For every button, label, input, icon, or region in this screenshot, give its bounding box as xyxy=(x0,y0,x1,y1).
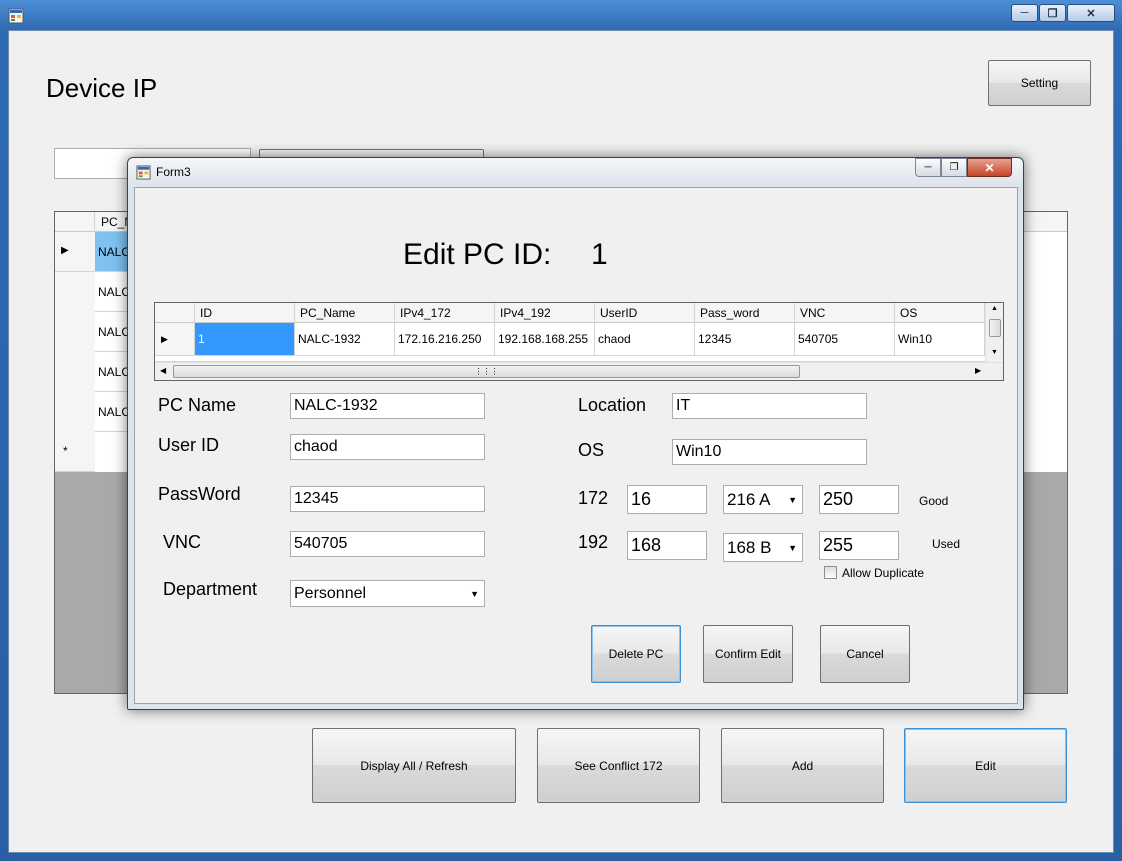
ip192-octet4-input[interactable]: 255 xyxy=(819,531,899,560)
vnc-label: VNC xyxy=(163,532,202,552)
form3-dialog: Form3 ─ ❐ ✕ Edit PC ID: 1 ID PC_Name IPv… xyxy=(127,157,1024,710)
column-header-pc-name[interactable]: PC_Name xyxy=(295,303,395,323)
edit-grid[interactable]: ID PC_Name IPv4_172 IPv4_192 UserID Pass… xyxy=(154,302,1004,381)
grip-icon: ⋮⋮⋮ xyxy=(474,367,499,376)
form-icon xyxy=(136,165,151,180)
grid-cell-os[interactable]: Win10 xyxy=(895,323,985,356)
column-header-ipv4-192[interactable]: IPv4_192 xyxy=(495,303,595,323)
ip172-octet3-select[interactable]: 216 A ▼ xyxy=(723,485,803,514)
horizontal-scroll-thumb[interactable]: ⋮⋮⋮ xyxy=(173,365,800,378)
column-header-user-id[interactable]: UserID xyxy=(595,303,695,323)
location-input[interactable]: IT xyxy=(672,393,867,419)
ip192-prefix-label: 192 xyxy=(578,532,609,552)
confirm-edit-button[interactable]: Confirm Edit xyxy=(703,625,793,683)
ip192-octet2-input[interactable]: 168 xyxy=(627,531,707,560)
scroll-down-icon: ▼ xyxy=(991,349,998,356)
ip192-octet3-select[interactable]: 168 B ▼ xyxy=(723,533,803,562)
os-label: OS xyxy=(578,440,605,460)
row-header-corner xyxy=(155,303,195,323)
password-input[interactable]: 12345 xyxy=(290,486,485,512)
department-label: Department xyxy=(163,579,258,599)
close-icon: ✕ xyxy=(1086,7,1096,20)
see-conflict-172-button[interactable]: See Conflict 172 xyxy=(537,728,700,803)
grid-cell-password[interactable]: 12345 xyxy=(695,323,795,356)
grid-cell-ipv4-172[interactable]: 172.16.216.250 xyxy=(395,323,495,356)
vertical-scrollbar[interactable]: ▲ ▼ xyxy=(985,303,1003,362)
user-id-label: User ID xyxy=(158,435,220,455)
dialog-client-area: Edit PC ID: 1 ID PC_Name IPv4_172 IPv4_1… xyxy=(134,187,1018,704)
edit-button[interactable]: Edit xyxy=(904,728,1067,803)
horizontal-scrollbar[interactable]: ◀ ⋮⋮⋮ ▶ xyxy=(155,362,1003,380)
chevron-down-icon: ▼ xyxy=(788,494,797,505)
ip172-octet2-input[interactable]: 16 xyxy=(627,485,707,514)
department-select[interactable]: Personnel ▼ xyxy=(290,580,485,607)
ip192-octet3-value: 168 B xyxy=(727,537,772,557)
password-label: PassWord xyxy=(158,484,241,504)
dialog-title: Form3 xyxy=(156,165,191,179)
scroll-left-icon: ◀ xyxy=(160,366,167,375)
user-id-input[interactable]: chaod xyxy=(290,434,485,460)
dialog-minimize-button[interactable]: ─ xyxy=(915,158,941,177)
edit-grid-header: ID PC_Name IPv4_172 IPv4_192 UserID Pass… xyxy=(155,303,985,323)
pc-name-input[interactable]: NALC-1932 xyxy=(290,393,485,419)
close-icon: ✕ xyxy=(984,160,995,175)
location-label: Location xyxy=(578,395,647,415)
setting-button[interactable]: Setting xyxy=(988,60,1091,106)
edit-heading-id: 1 xyxy=(591,238,608,271)
chevron-down-icon: ▼ xyxy=(470,588,479,599)
minimize-icon: ─ xyxy=(924,162,932,173)
restore-icon: ❐ xyxy=(1047,7,1058,20)
dialog-close-button[interactable]: ✕ xyxy=(967,158,1012,177)
allow-duplicate-checkbox[interactable] xyxy=(824,566,837,579)
display-all-refresh-button[interactable]: Display All / Refresh xyxy=(312,728,516,803)
delete-pc-button[interactable]: Delete PC xyxy=(591,625,681,683)
scroll-right-icon: ▶ xyxy=(975,366,982,375)
grid-cell-vnc[interactable]: 540705 xyxy=(795,323,895,356)
grid-cell-user-id[interactable]: chaod xyxy=(595,323,695,356)
close-button[interactable]: ✕ xyxy=(1067,4,1115,22)
edit-heading-label: Edit PC ID: xyxy=(403,238,552,271)
minimize-icon: ─ xyxy=(1020,7,1029,19)
new-row-marker: * xyxy=(63,444,68,458)
department-value: Personnel xyxy=(294,584,367,602)
restore-icon: ❐ xyxy=(949,162,959,173)
grid-cell-pc-name[interactable]: NALC-1932 xyxy=(295,323,395,356)
app-icon xyxy=(8,8,24,24)
chevron-down-icon: ▼ xyxy=(788,542,797,553)
ip172-octet3-value: 216 A xyxy=(727,489,771,509)
grid-cell-id[interactable]: 1 xyxy=(195,323,295,356)
ip172-octet4-input[interactable]: 250 xyxy=(819,485,899,514)
dialog-maximize-button[interactable]: ❐ xyxy=(941,158,967,177)
ip192-status-label: Used xyxy=(932,537,961,551)
column-header-ipv4-172[interactable]: IPv4_172 xyxy=(395,303,495,323)
page-title: Device IP xyxy=(46,73,158,103)
column-header-vnc[interactable]: VNC xyxy=(795,303,895,323)
pc-name-label: PC Name xyxy=(158,395,237,415)
new-row-selector[interactable]: * xyxy=(55,432,95,472)
row-selector[interactable]: ▶ xyxy=(155,323,195,356)
row-header-corner xyxy=(55,212,95,232)
row-pointer-icon: ▶ xyxy=(61,245,69,256)
column-header-os[interactable]: OS xyxy=(895,303,985,323)
grid-cell-ipv4-192[interactable]: 192.168.168.255 xyxy=(495,323,595,356)
ip172-prefix-label: 172 xyxy=(578,488,609,508)
row-pointer-icon: ▶ xyxy=(161,334,168,344)
vnc-input[interactable]: 540705 xyxy=(290,531,485,557)
cancel-button[interactable]: Cancel xyxy=(820,625,910,683)
vertical-scroll-thumb[interactable] xyxy=(989,319,1001,337)
column-header-password[interactable]: Pass_word xyxy=(695,303,795,323)
ip172-status-label: Good xyxy=(919,494,949,508)
column-header-id[interactable]: ID xyxy=(195,303,295,323)
allow-duplicate-label: Allow Duplicate xyxy=(842,566,925,580)
minimize-button[interactable]: ─ xyxy=(1011,4,1038,22)
row-selector[interactable]: ▶ xyxy=(55,232,95,272)
scroll-up-icon: ▲ xyxy=(991,305,998,312)
maximize-button[interactable]: ❐ xyxy=(1039,4,1066,22)
os-input[interactable]: Win10 xyxy=(672,439,867,465)
add-button[interactable]: Add xyxy=(721,728,884,803)
